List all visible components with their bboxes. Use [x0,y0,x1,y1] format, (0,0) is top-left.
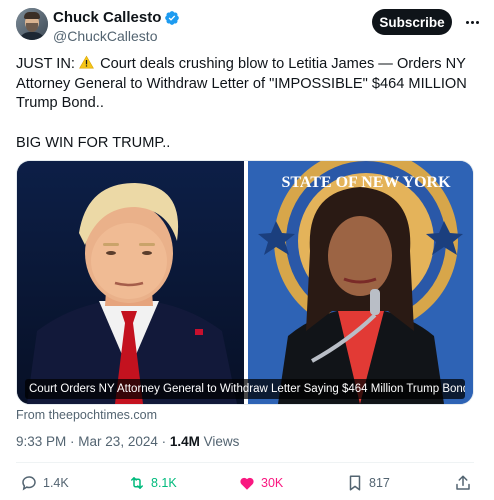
tweet-meta: 9:33 PM · Mar 23, 2024 · 1.4M Views [16,434,239,449]
reply-icon [22,476,36,491]
tweet-line-1: JUST IN: Court deals crushing blow to Le… [16,55,474,75]
card-caption: Court Orders NY Attorney General to With… [25,379,465,399]
tweet-date[interactable]: Mar 23, 2024 [78,434,158,449]
repost-button[interactable]: 8.1K [128,472,177,494]
tweet-line-4: BIG WIN FOR TRUMP.. [16,134,171,151]
more-dots-icon[interactable] [460,10,484,34]
tweet-line-1-rest: Court deals crushing blow to Letitia Jam… [100,56,466,72]
like-count: 30K [261,476,284,490]
share-button[interactable] [454,472,472,494]
repost-icon [131,477,143,489]
tweet-line-2: Attorney General to Withdraw Letter of "… [16,75,467,92]
share-icon [456,475,470,490]
card-source[interactable]: From theepochtimes.com [16,408,157,422]
bookmark-count: 817 [369,476,390,490]
tweet-line-1-prefix: JUST IN: [16,56,75,72]
warning-icon [79,55,94,69]
repost-count: 8.1K [151,476,177,490]
reply-button[interactable]: 1.4K [20,472,69,494]
tweet-time[interactable]: 9:33 PM [16,434,66,449]
views-count: 1.4M [169,434,200,449]
author-display-name[interactable]: Chuck Callesto [53,9,161,26]
views-label: Views [203,434,240,449]
like-button[interactable]: 30K [238,472,283,494]
link-card[interactable]: STATE OF NEW YORK Court Orders NY Attorn… [16,160,474,405]
meta-separator: · [161,434,170,449]
tweet-line-3: Trump Bond.. [16,95,104,111]
author-avatar[interactable] [16,8,48,40]
action-bar: 1.4K 8.1K 30K 817 [16,472,474,494]
subscribe-button[interactable]: Subscribe [372,9,452,35]
author-names: Chuck Callesto @ChuckCallesto [53,8,180,44]
tweet-text: JUST IN: Court deals crushing blow to Le… [16,55,474,153]
author-handle[interactable]: @ChuckCallesto [53,28,180,44]
card-image-right: STATE OF NEW YORK [248,161,473,404]
reply-count: 1.4K [43,476,69,490]
tweet-header: Chuck Callesto @ChuckCallesto Subscribe [16,8,486,44]
verified-badge-icon [165,10,180,25]
card-image-left [17,161,244,404]
bookmark-button[interactable]: 817 [346,472,390,494]
heart-icon [240,477,254,490]
bookmark-icon [349,475,361,491]
divider [16,462,474,463]
